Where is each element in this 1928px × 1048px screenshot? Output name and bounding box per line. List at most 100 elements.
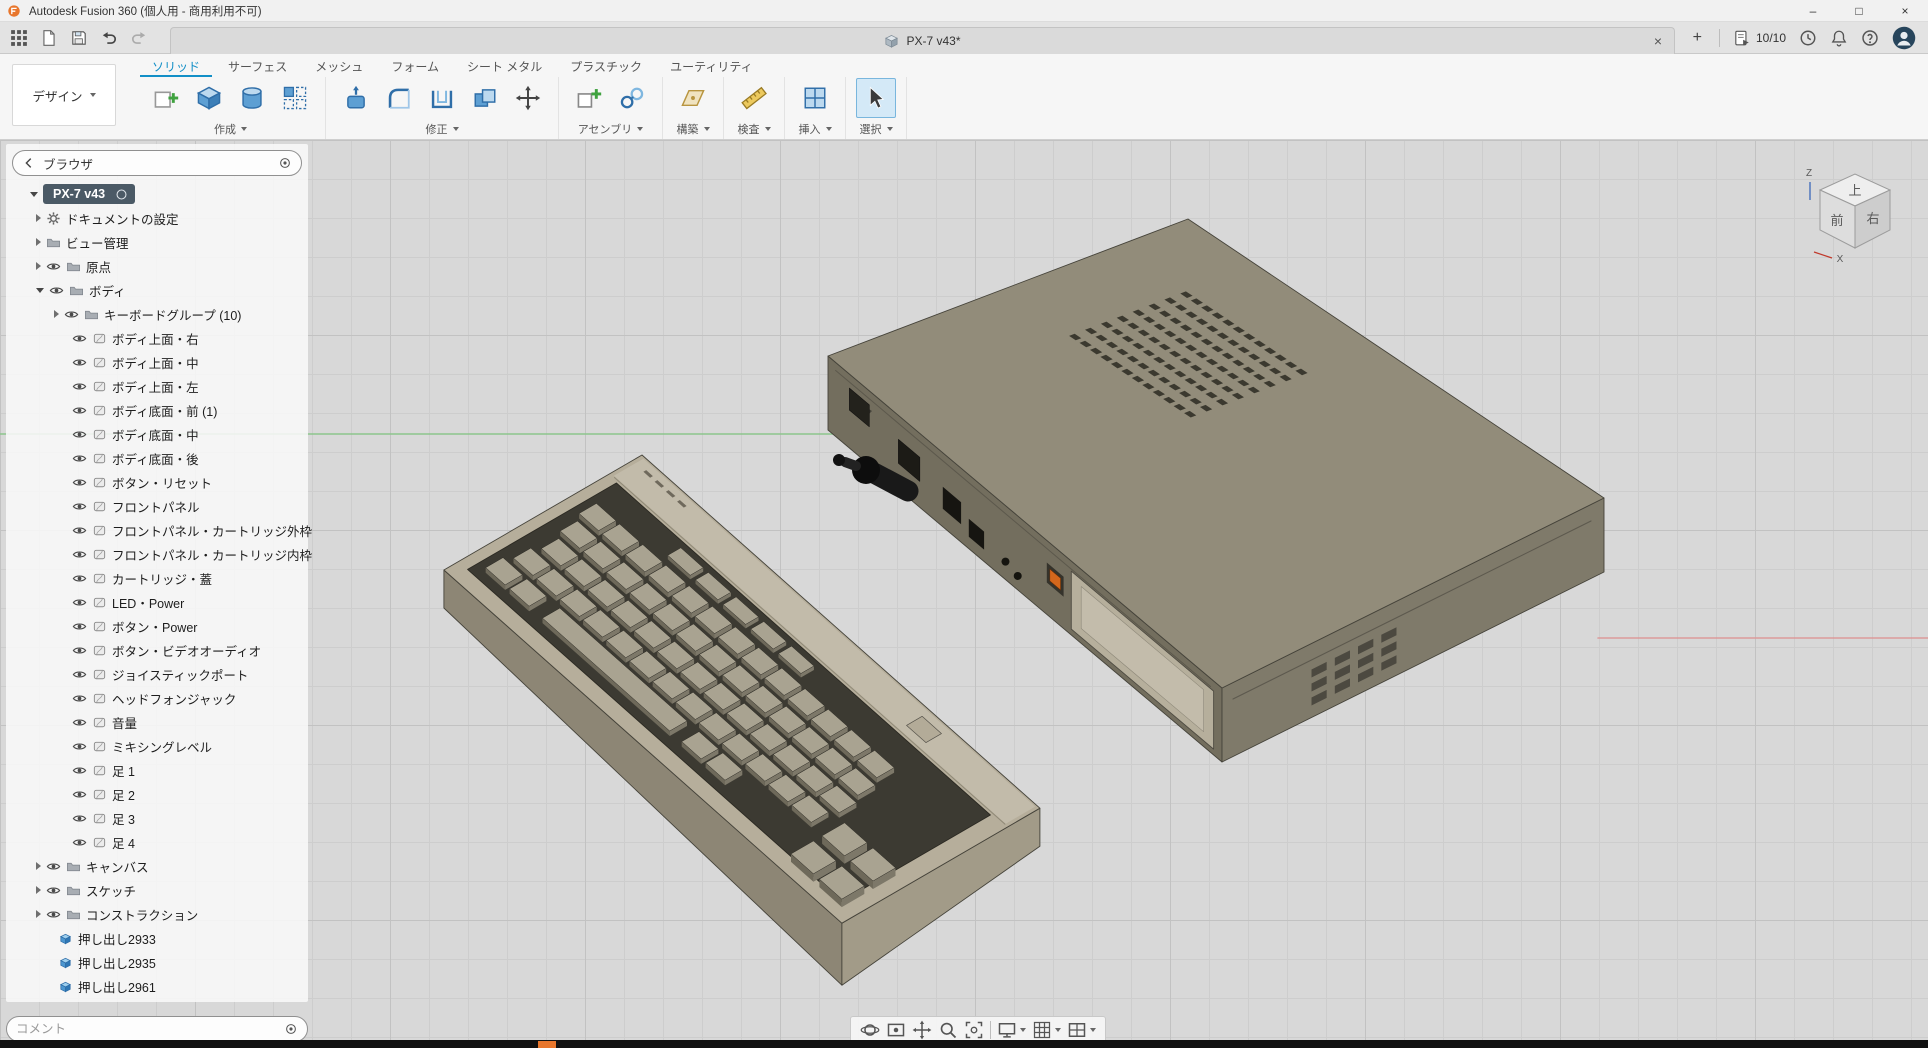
tree-item[interactable]: カートリッジ・蓋 [6,566,308,590]
ribbon-tab[interactable]: サーフェス [216,55,299,77]
expand-arrow-icon[interactable] [36,214,41,222]
visibility-eye-icon[interactable] [46,907,61,922]
tree-item[interactable]: ビュー管理 [6,230,308,254]
visibility-eye-icon[interactable] [72,643,87,658]
visibility-eye-icon[interactable] [72,835,87,850]
file-menu-icon[interactable] [40,29,58,47]
visibility-eye-icon[interactable] [72,739,87,754]
minimize-button[interactable]: – [1790,0,1836,21]
expand-arrow-icon[interactable] [36,262,41,270]
ribbon-tab[interactable]: メッシュ [303,55,375,77]
app-grid-icon[interactable] [10,29,28,47]
grid-settings-button[interactable] [1032,1020,1061,1040]
tree-item[interactable]: ボディ上面・右 [6,326,308,350]
visibility-eye-icon[interactable] [46,859,61,874]
tree-item[interactable]: キーボードグループ (10) [6,302,308,326]
fillet-tool-button[interactable] [379,78,419,118]
viewport-canvas[interactable]: 上 前 右 Z X ブラウザ PX-7 v43ドキュメントの設定ビュー管理原点ボ… [0,140,1928,1040]
look-at-button[interactable] [886,1020,906,1040]
visibility-eye-icon[interactable] [72,595,87,610]
primitive-box-tool-button[interactable] [189,78,229,118]
expand-arrow-icon[interactable] [54,310,59,318]
tree-item[interactable]: 押し出し2933 [6,926,308,950]
expand-arrow-icon[interactable] [36,288,44,293]
tree-item[interactable]: キャンバス [6,854,308,878]
revolve-tool-button[interactable] [232,78,272,118]
construction-plane-tool-button[interactable] [673,78,713,118]
extension-clock-icon[interactable] [1799,29,1817,47]
visibility-eye-icon[interactable] [72,499,87,514]
insert-tool-button[interactable] [795,78,835,118]
ribbon-tab[interactable]: シート メタル [455,55,554,77]
visibility-eye-icon[interactable] [72,763,87,778]
design-workspace-menu[interactable]: デザイン [12,64,116,126]
visibility-eye-icon[interactable] [72,811,87,826]
visibility-eye-icon[interactable] [72,715,87,730]
visibility-eye-icon[interactable] [72,667,87,682]
user-avatar[interactable] [1892,26,1916,50]
tree-item[interactable]: ボディ底面・前 (1) [6,398,308,422]
press-pull-tool-button[interactable] [336,78,376,118]
tree-item[interactable]: 原点 [6,254,308,278]
tree-item[interactable]: 足 2 [6,782,308,806]
undo-icon[interactable] [100,29,118,47]
display-settings-button[interactable] [997,1020,1026,1040]
visibility-eye-icon[interactable] [72,379,87,394]
select-tool-button[interactable] [856,78,896,118]
expand-arrow-icon[interactable] [36,238,41,246]
tree-item[interactable]: 押し出し2961 [6,974,308,998]
visibility-eye-icon[interactable] [46,259,61,274]
visibility-eye-icon[interactable] [72,403,87,418]
tree-item[interactable]: フロントパネル・カートリッジ外枠 [6,518,308,542]
visibility-eye-icon[interactable] [72,427,87,442]
ribbon-tab[interactable]: プラスチック [558,55,654,77]
move-tool-button[interactable] [508,78,548,118]
tree-item[interactable]: ボディ [6,278,308,302]
root-document-label[interactable]: PX-7 v43 [43,184,135,204]
close-button[interactable]: × [1882,0,1928,21]
visibility-eye-icon[interactable] [72,619,87,634]
tree-item[interactable]: 押し出し2935 [6,950,308,974]
new-tab-button[interactable]: + [1689,29,1706,47]
ribbon-group-label[interactable]: 構築 [677,121,710,137]
combine-tool-button[interactable] [465,78,505,118]
expand-arrow-icon[interactable] [36,862,41,870]
job-status[interactable]: 10/10 [1733,29,1786,47]
model-px7-main-unit[interactable] [828,219,1604,762]
visibility-eye-icon[interactable] [72,331,87,346]
visibility-eye-icon[interactable] [72,475,87,490]
visibility-eye-icon[interactable] [72,547,87,562]
ribbon-tab[interactable]: ユーティリティ [658,55,765,77]
radio-icon[interactable] [115,188,128,201]
viewports-button[interactable] [1067,1020,1096,1040]
visibility-eye-icon[interactable] [64,307,79,322]
ribbon-tab[interactable]: フォーム [379,55,451,77]
pan-button[interactable] [912,1020,932,1040]
tree-item[interactable]: フロントパネル・カートリッジ内枠 [6,542,308,566]
close-tab-button[interactable]: × [1650,28,1666,54]
ribbon-group-label[interactable]: 作成 [214,121,247,137]
tree-item[interactable]: ボタン・ビデオオーディオ [6,638,308,662]
visibility-eye-icon[interactable] [49,283,64,298]
expand-arrow-icon[interactable] [36,886,41,894]
document-tab[interactable]: PX-7 v43* × [170,27,1675,54]
redo-icon[interactable] [130,29,148,47]
zoom-button[interactable] [938,1020,958,1040]
browser-root-item[interactable]: PX-7 v43 [6,182,308,206]
locate-icon[interactable] [278,156,292,170]
tree-item[interactable]: 足 4 [6,830,308,854]
shell-tool-button[interactable] [422,78,462,118]
tree-item[interactable]: ボディ上面・左 [6,374,308,398]
tree-item[interactable]: スケッチ [6,878,308,902]
ribbon-group-label[interactable]: 挿入 [799,121,832,137]
ribbon-group-label[interactable]: 修正 [426,121,459,137]
ribbon-group-label[interactable]: 選択 [860,121,893,137]
tree-item[interactable]: 足 1 [6,758,308,782]
tree-item[interactable]: LED・Power [6,590,308,614]
joint-tool-button[interactable] [612,78,652,118]
visibility-eye-icon[interactable] [72,523,87,538]
tree-item[interactable]: 足 3 [6,806,308,830]
tree-item[interactable]: ボタン・リセット [6,470,308,494]
browser-header[interactable]: ブラウザ [12,150,302,176]
orbit-button[interactable] [860,1020,880,1040]
